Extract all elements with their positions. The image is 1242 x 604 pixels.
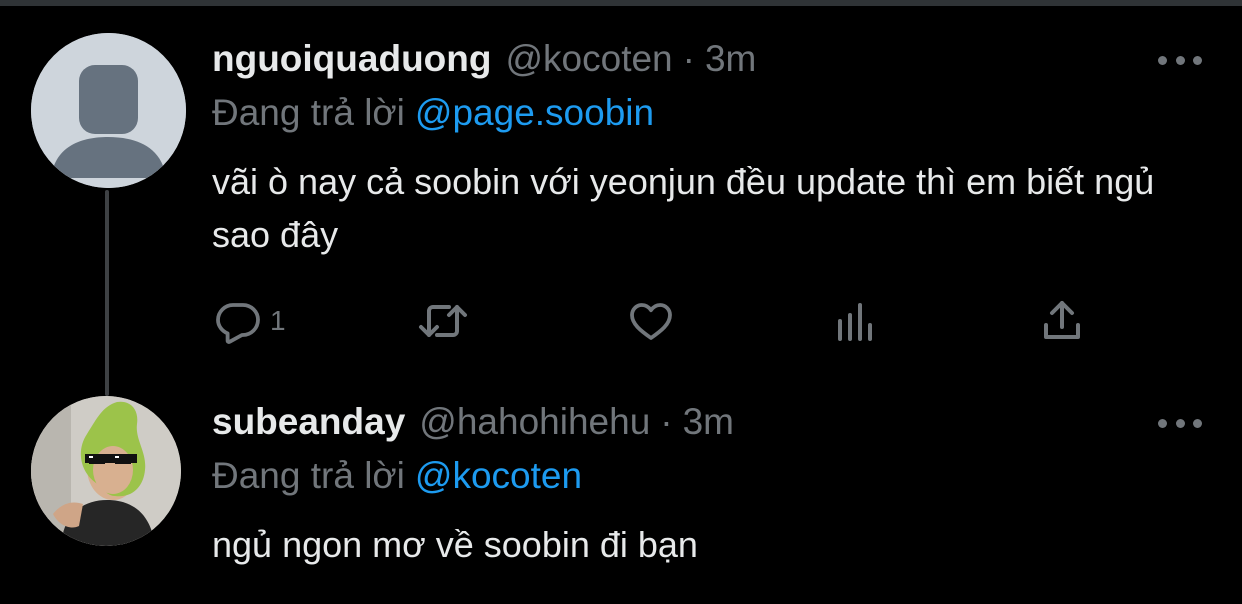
like-icon [630,303,672,340]
reply-button[interactable]: 1 [214,295,286,347]
retweet-button[interactable] [415,295,471,347]
user-handle[interactable]: @kocoten [505,38,672,80]
reply-count: 1 [270,305,286,336]
tweet-header: nguoiquaduong @kocoten · 3m [212,38,756,88]
reply-icon [216,303,260,344]
reply-mention[interactable]: @kocoten [415,455,582,496]
more-icon [1175,418,1185,428]
user-handle[interactable]: @hahohihehu [419,401,650,443]
separator-dot: · [682,38,695,79]
top-divider [0,0,1242,6]
reply-context: Đang trả lời @kocoten [212,455,582,497]
tweet-header: subeanday @hahohihehu · 3m [212,401,734,451]
more-icon [1175,55,1185,65]
timestamp[interactable]: 3m [705,38,756,80]
more-button[interactable] [1158,413,1202,433]
like-button[interactable] [626,295,676,347]
reply-context: Đang trả lời @page.soobin [212,92,654,134]
tweet-text: vãi ò nay cả soobin với yeonjun đều upda… [212,161,1155,255]
profile-photo [31,396,181,546]
reply-mention[interactable]: @page.soobin [415,92,654,133]
share-button[interactable] [1038,295,1086,347]
views-button[interactable] [832,295,880,347]
more-button[interactable] [1158,50,1202,70]
reply-prefix: Đang trả lời [212,455,405,496]
more-icon [1158,55,1167,65]
retweet-icon [419,305,467,337]
more-icon [1193,418,1202,428]
avatar[interactable] [31,396,181,546]
share-icon [1044,301,1080,339]
timestamp[interactable]: 3m [683,401,734,443]
display-name[interactable]: subeanday [212,401,405,443]
display-name[interactable]: nguoiquaduong [212,38,491,80]
separator-dot: · [660,401,673,442]
avatar[interactable] [31,33,186,188]
reply-prefix: Đang trả lời [212,92,405,133]
views-icon [838,303,872,341]
more-icon [1158,418,1167,428]
default-avatar-icon [31,33,186,188]
thread-line [105,190,109,396]
tweet-text: ngủ ngon mơ về soobin đi bạn [212,524,698,565]
more-icon [1193,55,1202,65]
